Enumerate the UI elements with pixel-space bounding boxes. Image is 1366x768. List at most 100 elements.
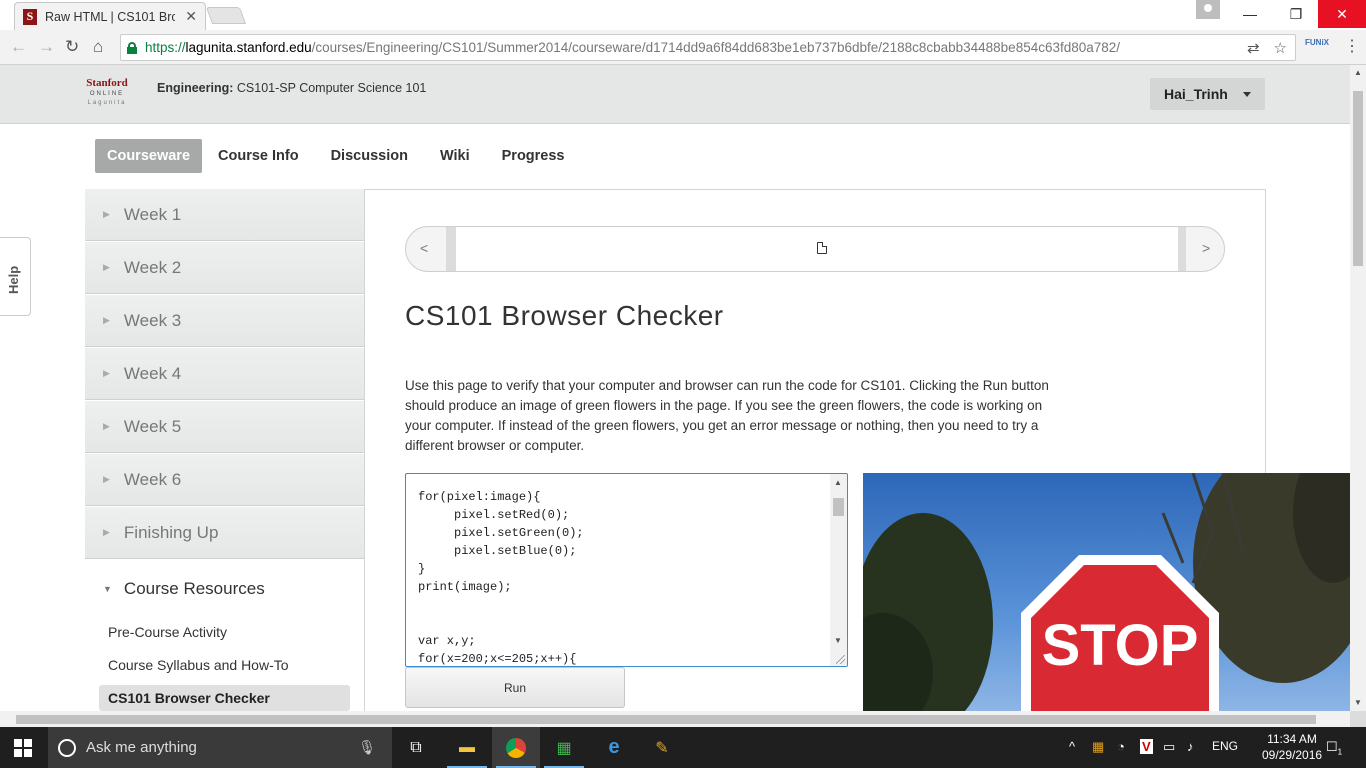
notification-center-icon[interactable]: ☐1 bbox=[1326, 739, 1342, 757]
help-label: Help bbox=[6, 265, 21, 294]
course-nav: Courseware Course Info Discussion Wiki P… bbox=[95, 139, 581, 173]
task-view-icon[interactable]: ⧉ bbox=[392, 727, 440, 768]
bookmark-star-icon[interactable]: ☆ bbox=[1274, 39, 1287, 57]
home-icon[interactable]: ⌂ bbox=[93, 37, 103, 57]
clock-date: 09/29/2016 bbox=[1262, 748, 1323, 762]
sequence-nav: < > bbox=[405, 226, 1225, 272]
forward-icon[interactable]: → bbox=[38, 37, 55, 57]
restore-button[interactable]: ❐ bbox=[1273, 0, 1319, 28]
language-indicator[interactable]: ENG bbox=[1212, 739, 1238, 753]
scroll-down-icon[interactable]: ▼ bbox=[834, 636, 842, 645]
sidebar-item-label: Week 2 bbox=[123, 257, 182, 277]
chart-app-icon[interactable]: ▦ bbox=[540, 727, 588, 768]
page-horizontal-scrollbar[interactable] bbox=[0, 711, 1350, 727]
page-hscroll-thumb[interactable] bbox=[16, 715, 1316, 724]
close-window-button[interactable]: ✕ bbox=[1318, 0, 1366, 28]
minimize-button[interactable]: — bbox=[1227, 0, 1273, 28]
stanford-favicon-icon: S bbox=[23, 8, 37, 25]
resize-grip-icon[interactable] bbox=[836, 655, 845, 664]
sidebar-item-course-resources[interactable]: ▼ Course Resources bbox=[85, 565, 364, 613]
help-tab[interactable]: Help bbox=[0, 237, 31, 316]
tray-app-icon[interactable]: ▦ bbox=[1092, 739, 1104, 755]
volume-icon[interactable]: ♪ bbox=[1187, 739, 1194, 754]
profile-icon[interactable] bbox=[1196, 0, 1220, 19]
close-tab-icon[interactable]: ✕ bbox=[185, 8, 197, 25]
windows-taskbar: Ask me anything 🎙 ⧉ ▬ ▦ e ✎ ^ ▦ ◔ V ▭ ♪ … bbox=[0, 727, 1366, 768]
browser-tabstrip: S Raw HTML | CS101 Brow ✕ — ❐ ✕ bbox=[0, 0, 1366, 30]
stop-sign-photo: STOP bbox=[863, 473, 1350, 711]
course-name: CS101-SP Computer Science 101 bbox=[236, 81, 427, 95]
scrollbar-corner bbox=[1350, 711, 1366, 727]
sidebar-item-week-4[interactable]: ▶ Week 4 bbox=[85, 348, 364, 400]
browser-toolbar: ← → ↻ ⌂ https:// lagunita.stanford.edu /… bbox=[0, 30, 1366, 65]
user-menu-button[interactable]: Hai_Trinh bbox=[1150, 78, 1265, 110]
vpn-icon[interactable]: V bbox=[1140, 739, 1153, 754]
tab-discussion[interactable]: Discussion bbox=[315, 139, 424, 173]
chevron-right-icon: ▶ bbox=[103, 315, 110, 325]
translate-icon[interactable]: ⇄ bbox=[1247, 39, 1260, 57]
page-viewport: Stanford ONLINE Lagunita Engineering: CS… bbox=[0, 65, 1350, 711]
chrome-menu-icon[interactable]: ⋮ bbox=[1344, 36, 1360, 56]
cortana-search-box[interactable]: Ask me anything 🎙 bbox=[48, 727, 392, 768]
sidebar-subitem-syllabus[interactable]: Course Syllabus and How-To bbox=[99, 652, 350, 678]
new-tab-button[interactable] bbox=[205, 7, 247, 24]
url-scheme: https:// bbox=[145, 40, 186, 55]
sidebar-item-week-5[interactable]: ▶ Week 5 bbox=[85, 401, 364, 453]
page-vertical-scrollbar[interactable]: ▲ ▼ bbox=[1350, 65, 1366, 711]
scroll-up-icon[interactable]: ▲ bbox=[1354, 68, 1362, 77]
tab-progress[interactable]: Progress bbox=[486, 139, 581, 173]
address-bar[interactable]: https:// lagunita.stanford.edu /courses/… bbox=[120, 34, 1296, 61]
sidebar-item-week-3[interactable]: ▶ Week 3 bbox=[85, 295, 364, 347]
windows-start-icon[interactable] bbox=[14, 739, 32, 757]
browser-tab[interactable]: S Raw HTML | CS101 Brow ✕ bbox=[14, 2, 206, 30]
caret-down-icon bbox=[1243, 92, 1251, 97]
code-text: for(pixel:image){ pixel.setRed(0); pixel… bbox=[418, 490, 584, 666]
lock-icon bbox=[127, 41, 137, 54]
sidebar-subitem-pre-course[interactable]: Pre-Course Activity bbox=[99, 619, 350, 645]
sidebar-item-week-6[interactable]: ▶ Week 6 bbox=[85, 454, 364, 506]
next-unit-icon[interactable]: > bbox=[1202, 240, 1210, 256]
cortana-icon bbox=[58, 738, 76, 757]
system-clock[interactable]: 11:34 AM 09/29/2016 bbox=[1262, 731, 1322, 763]
course-sidebar: ▶ Week 1 ▶ Week 2 ▶ Week 3 ▶ Week 4 ▶ Week 5 … bbox=[84, 189, 365, 711]
sidebar-subitem-browser-checker[interactable]: CS101 Browser Checker bbox=[99, 685, 350, 711]
sidebar-item-week-2[interactable]: ▶ Week 2 bbox=[85, 242, 364, 294]
edge-icon[interactable]: e bbox=[590, 727, 638, 768]
logo-line-2: ONLINE bbox=[89, 91, 125, 97]
code-scrollbar[interactable]: ▲ ▼ bbox=[830, 474, 847, 666]
sidebar-item-week-1[interactable]: ▶ Week 1 bbox=[85, 189, 364, 241]
tab-course-info[interactable]: Course Info bbox=[202, 139, 315, 173]
url-path: /courses/Engineering/CS101/Summer2014/co… bbox=[311, 40, 1121, 55]
tab-wiki[interactable]: Wiki bbox=[424, 139, 486, 173]
stanford-online-logo[interactable]: Stanford ONLINE Lagunita bbox=[84, 77, 130, 106]
search-placeholder: Ask me anything bbox=[86, 739, 197, 756]
chevron-down-icon: ▼ bbox=[103, 584, 112, 594]
microphone-icon[interactable]: 🎙 bbox=[358, 739, 376, 756]
code-scroll-thumb[interactable] bbox=[833, 498, 844, 516]
run-button[interactable]: Run bbox=[405, 667, 625, 708]
document-icon[interactable] bbox=[817, 242, 827, 254]
scroll-down-icon[interactable]: ▼ bbox=[1354, 698, 1362, 707]
show-hidden-icons[interactable]: ^ bbox=[1069, 739, 1075, 754]
reload-icon[interactable]: ↻ bbox=[65, 37, 79, 57]
funix-extension-icon[interactable]: FUNiX bbox=[1305, 38, 1329, 47]
clock-time: 11:34 AM bbox=[1267, 732, 1317, 746]
battery-icon[interactable]: ▭ bbox=[1163, 739, 1175, 755]
tab-courseware[interactable]: Courseware bbox=[95, 139, 203, 173]
logo-line-1: Stanford bbox=[86, 77, 128, 89]
sidebar-item-label: Week 5 bbox=[123, 416, 182, 436]
page-scroll-thumb[interactable] bbox=[1353, 91, 1363, 266]
file-explorer-icon[interactable]: ▬ bbox=[443, 727, 491, 768]
paint-icon[interactable]: ✎ bbox=[638, 727, 686, 768]
site-header: Stanford ONLINE Lagunita Engineering: CS… bbox=[0, 65, 1350, 124]
code-editor[interactable]: for(pixel:image){ pixel.setRed(0); pixel… bbox=[405, 473, 848, 667]
wifi-icon[interactable]: ◔ bbox=[1117, 739, 1125, 754]
previous-unit-icon[interactable]: < bbox=[420, 240, 428, 256]
sidebar-item-finishing-up[interactable]: ▶ Finishing Up bbox=[85, 507, 364, 559]
sidebar-item-label: Course Resources bbox=[123, 579, 265, 598]
chrome-icon[interactable] bbox=[492, 727, 540, 768]
back-icon[interactable]: ← bbox=[10, 37, 27, 57]
chevron-right-icon: ▶ bbox=[103, 527, 110, 537]
scroll-up-icon[interactable]: ▲ bbox=[834, 478, 842, 487]
sidebar-item-label: Week 6 bbox=[123, 469, 182, 489]
